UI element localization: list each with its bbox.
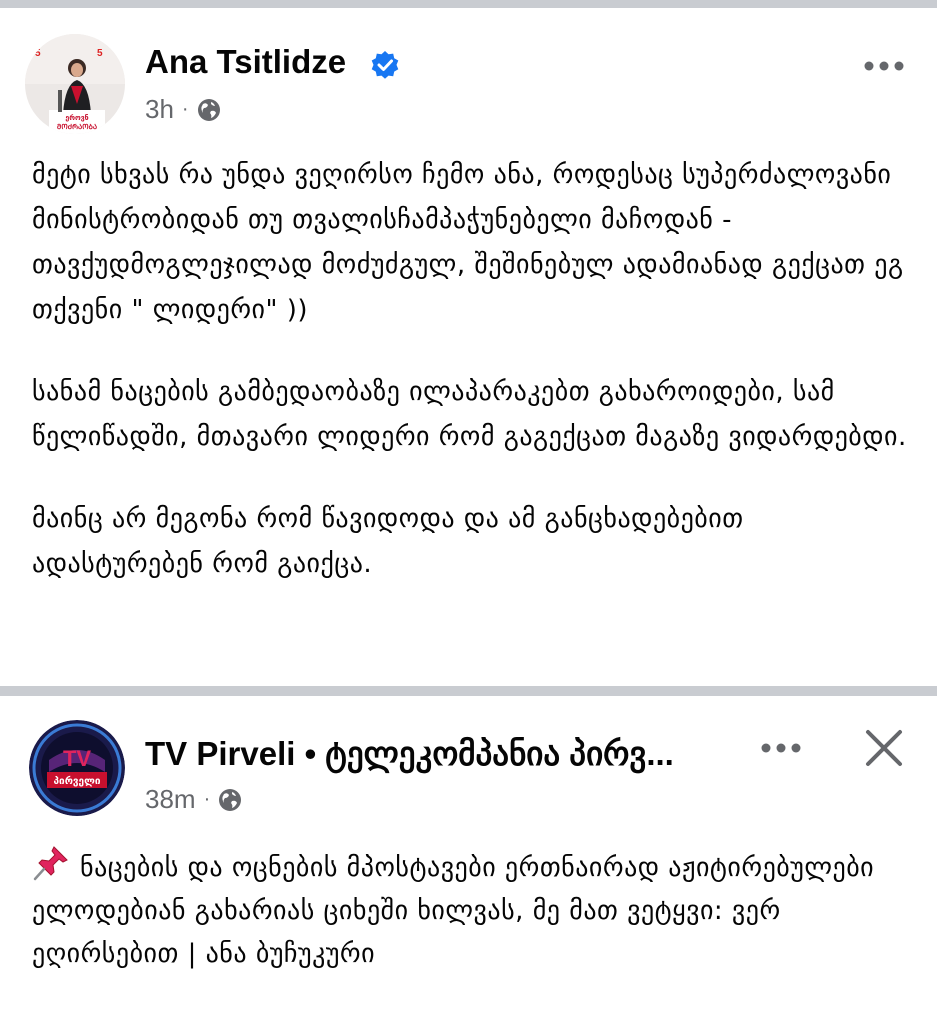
verified-badge-icon bbox=[371, 51, 399, 79]
pushpin-icon bbox=[33, 846, 68, 881]
more-icon[interactable] bbox=[760, 742, 802, 754]
feed-divider bbox=[0, 686, 937, 696]
avatar-label: პირველი bbox=[54, 775, 101, 787]
svg-text:5: 5 bbox=[97, 48, 103, 59]
post-text: ნაცების და ოცნების მპოსტავები ერთნაირად … bbox=[32, 844, 912, 976]
author-name[interactable]: Ana Tsitlidze bbox=[145, 43, 346, 81]
page-avatar[interactable]: TV პირველი bbox=[29, 720, 125, 816]
post-paragraph: ნაცების და ოცნების მპოსტავები ერთნაირად … bbox=[32, 844, 912, 976]
post-body: ნაცების და ოცნების მპოსტავები ერთნაირად … bbox=[32, 853, 875, 969]
meta-separator: · bbox=[203, 788, 211, 810]
svg-text:ეროვნ: ეროვნ bbox=[65, 114, 88, 122]
post-ana-tsitlidze: 5 5 ეროვნ ᲛᲝᲫᲠᲐᲝᲑᲐ Ana Tsitlidze 3h · მე… bbox=[0, 8, 937, 686]
post-paragraph: სანამ ნაცების გამბედაობაზე ილაპარაკებთ გ… bbox=[32, 377, 907, 452]
svg-text:TV: TV bbox=[63, 746, 91, 771]
post-paragraph: მაინც არ მეგონა რომ წავიდოდა და ამ განცხ… bbox=[32, 504, 744, 579]
post-meta: 38m · bbox=[145, 784, 242, 815]
feed-divider-top bbox=[0, 0, 937, 8]
svg-text:5: 5 bbox=[35, 48, 41, 59]
post-tv-pirveli: TV პირველი TV Pirveli • ტელეკომპანია პირ… bbox=[0, 696, 937, 1024]
post-time[interactable]: 38m bbox=[145, 784, 196, 815]
page-name[interactable]: TV Pirveli • ტელეკომპანია პირვ... bbox=[145, 734, 674, 773]
close-icon[interactable] bbox=[864, 728, 904, 768]
more-icon[interactable] bbox=[863, 60, 905, 72]
author-avatar[interactable]: 5 5 ეროვნ ᲛᲝᲫᲠᲐᲝᲑᲐ bbox=[25, 34, 125, 134]
post-time[interactable]: 3h bbox=[145, 94, 174, 125]
post-meta: 3h · bbox=[145, 94, 221, 125]
globe-icon bbox=[197, 98, 220, 121]
svg-text:ᲛᲝᲫᲠᲐᲝᲑᲐ: ᲛᲝᲫᲠᲐᲝᲑᲐ bbox=[57, 123, 97, 131]
globe-icon bbox=[219, 788, 242, 811]
meta-separator: · bbox=[181, 98, 189, 120]
post-paragraph: მეტი სხვას რა უნდა ვეღირსო ჩემო ანა, როდ… bbox=[32, 160, 904, 325]
post-text: მეტი სხვას რა უნდა ვეღირსო ჩემო ანა, როდ… bbox=[32, 153, 912, 587]
